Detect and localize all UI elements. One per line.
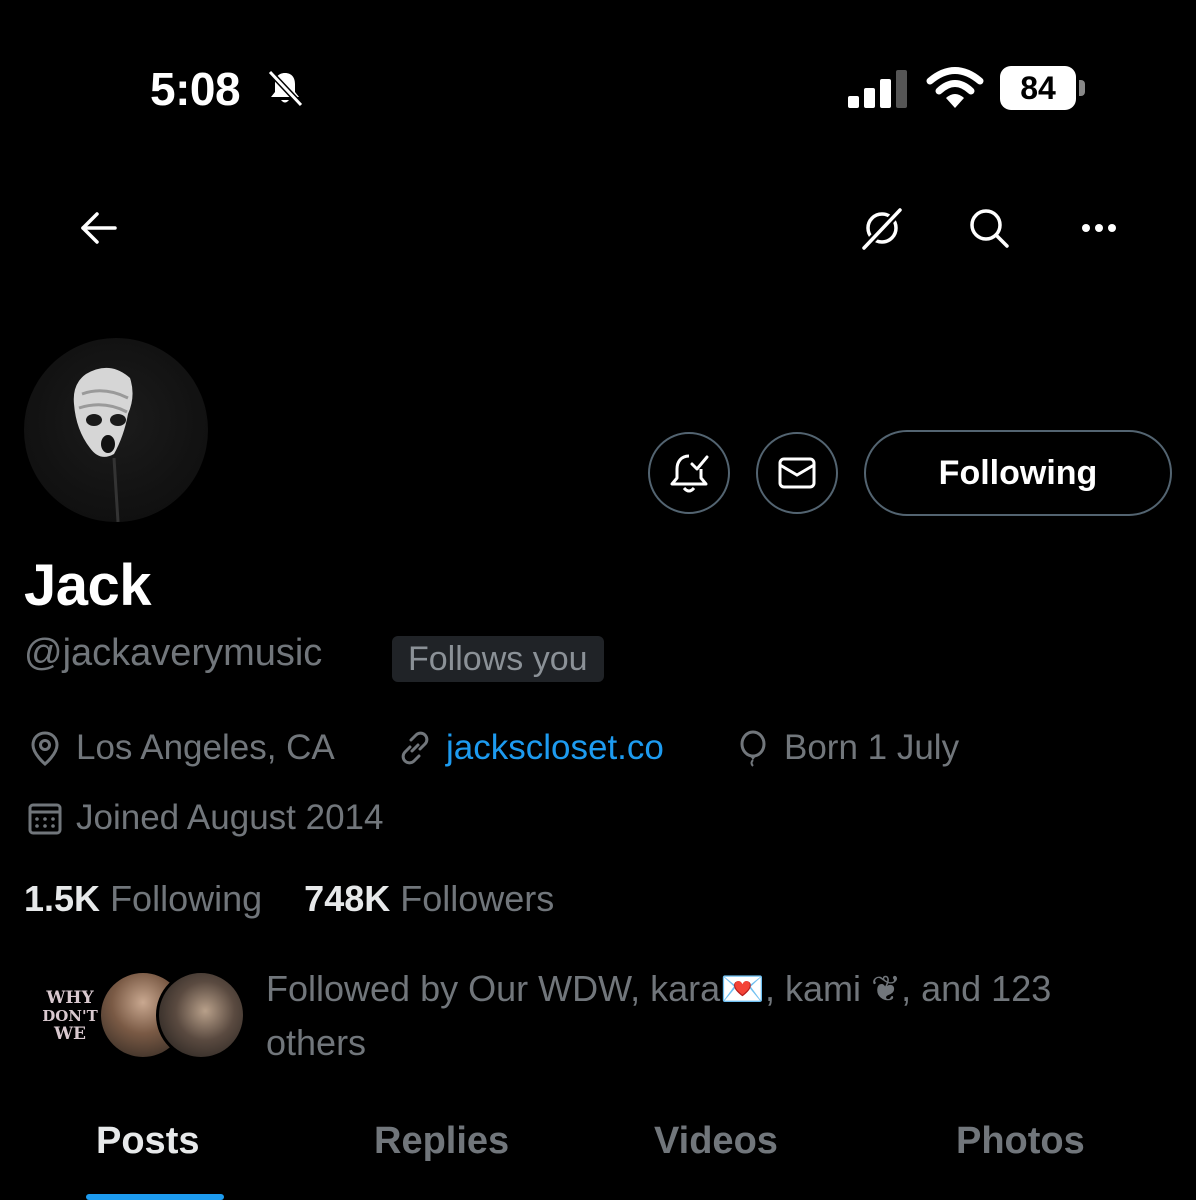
joined-text: Joined August 2014 xyxy=(76,798,384,837)
joined-item: Joined August 2014 xyxy=(26,798,383,838)
follows-you-badge: Follows you xyxy=(392,636,604,682)
mini-avatar-wdw: WHY DON'T WE xyxy=(32,978,108,1054)
followers-label: Followers xyxy=(400,878,555,919)
followers-count: 748K xyxy=(304,878,391,919)
avatar-image xyxy=(73,367,133,522)
wifi-icon xyxy=(926,67,984,108)
grok-button[interactable] xyxy=(854,200,910,256)
search-icon xyxy=(970,209,1009,248)
link-icon xyxy=(396,729,434,767)
profile-handle: @jackaverymusic xyxy=(24,632,323,674)
active-tab-indicator xyxy=(86,1194,224,1200)
following-label: Following xyxy=(110,878,263,919)
birthday-item: Born 1 July xyxy=(734,728,959,768)
tab-photos[interactable]: Photos xyxy=(956,1120,1085,1163)
wdw-line-1: WHY xyxy=(46,988,94,1008)
follow-stats: 1.5K Following 748K Followers xyxy=(24,878,554,920)
wdw-line-2: DON'T xyxy=(42,1007,98,1025)
message-button[interactable] xyxy=(756,432,838,514)
following-stat[interactable]: 1.5K Following xyxy=(24,878,262,919)
profile-name: Jack xyxy=(24,553,152,618)
envelope-icon xyxy=(778,457,816,489)
followed-by-text[interactable]: Followed by Our WDW, kara💌, kami ❦, and … xyxy=(266,962,1126,1070)
wdw-line-3: WE xyxy=(53,1024,87,1044)
following-count: 1.5K xyxy=(24,878,101,919)
birthday-text: Born 1 July xyxy=(784,728,960,767)
bell-off-icon xyxy=(267,69,304,108)
tab-posts[interactable]: Posts xyxy=(96,1120,199,1163)
cellular-signal-icon xyxy=(848,70,907,108)
mini-avatar-kami xyxy=(156,970,246,1060)
following-button[interactable]: Following xyxy=(864,430,1172,516)
battery-level: 84 xyxy=(1000,66,1076,110)
notifications-button[interactable] xyxy=(648,432,730,514)
bell-check-icon xyxy=(670,454,709,493)
location-text: Los Angeles, CA xyxy=(76,728,335,767)
more-button[interactable] xyxy=(1071,200,1127,256)
grok-icon xyxy=(861,207,903,251)
tab-videos[interactable]: Videos xyxy=(654,1120,778,1163)
profile-avatar[interactable] xyxy=(24,338,208,522)
location-pin-icon xyxy=(26,729,64,767)
followers-stat[interactable]: 748K Followers xyxy=(304,878,554,919)
search-button[interactable] xyxy=(961,200,1017,256)
balloon-icon xyxy=(734,729,772,767)
calendar-icon xyxy=(26,799,64,837)
website-link[interactable]: jackscloset.co xyxy=(446,728,664,768)
tab-replies[interactable]: Replies xyxy=(374,1120,509,1163)
battery-indicator: 84 xyxy=(1000,66,1086,110)
more-icon xyxy=(1082,224,1116,232)
back-button[interactable] xyxy=(71,200,127,256)
location-item: Los Angeles, CA xyxy=(26,728,335,768)
followed-by-avatars[interactable]: WHY DON'T WE xyxy=(32,970,246,1062)
status-time: 5:08 xyxy=(150,63,241,115)
website-item[interactable]: jackscloset.co xyxy=(396,728,664,768)
arrow-left-icon xyxy=(81,212,117,244)
